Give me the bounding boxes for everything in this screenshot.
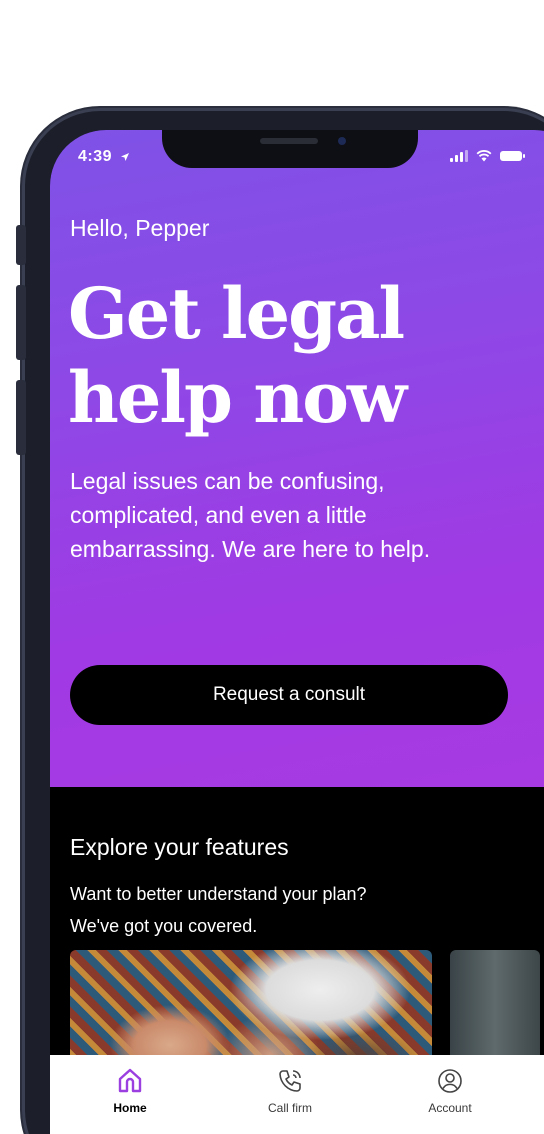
request-consult-button[interactable]: Request a consult: [70, 665, 508, 725]
tab-account[interactable]: Account: [395, 1067, 505, 1115]
wifi-icon: [476, 150, 492, 162]
app-screenshot: 4:39 Hello, Pepper Get legal help now Le…: [0, 0, 544, 1134]
status-time: 4:39: [78, 148, 130, 166]
earpiece-speaker: [260, 138, 318, 144]
account-icon: [438, 1069, 462, 1093]
status-icons: [450, 150, 525, 162]
notch: [162, 130, 418, 168]
tab-call-firm[interactable]: Call firm: [235, 1067, 345, 1115]
home-icon: [118, 1068, 142, 1093]
tab-call-firm-label: Call firm: [268, 1101, 312, 1115]
features-subtitle-line-2: We've got you covered.: [70, 916, 258, 936]
bottom-tab-bar: Home Call firm Account: [50, 1055, 544, 1134]
location-arrow-icon: [120, 152, 129, 161]
front-camera: [338, 137, 346, 145]
page-headline: Get legal help now: [68, 272, 508, 440]
hero-description: Legal issues can be confusing, complicat…: [70, 468, 431, 562]
phone-call-icon: [279, 1070, 301, 1092]
tab-home[interactable]: Home: [75, 1067, 185, 1115]
features-subtitle-line-1: Want to better understand your plan?: [70, 884, 367, 904]
phone-volume-up: [16, 285, 26, 360]
phone-screen: 4:39 Hello, Pepper Get legal help now Le…: [50, 130, 544, 1134]
features-subtitle: Want to better understand your plan? We'…: [70, 878, 500, 942]
headline-line-2: help now: [68, 356, 407, 439]
battery-icon: [500, 151, 525, 161]
tab-account-label: Account: [428, 1101, 472, 1115]
tab-home-label: Home: [113, 1101, 147, 1115]
phone-mute-switch: [16, 225, 26, 265]
phone-volume-down: [16, 380, 26, 455]
status-time-text: 4:39: [78, 148, 113, 165]
headline-line-1: Get legal: [68, 272, 405, 355]
features-title: Explore your features: [70, 834, 289, 860]
cellular-signal-icon: [450, 150, 468, 162]
greeting-text: Hello, Pepper: [70, 215, 210, 241]
hero-section: 4:39 Hello, Pepper Get legal help now Le…: [50, 130, 544, 787]
